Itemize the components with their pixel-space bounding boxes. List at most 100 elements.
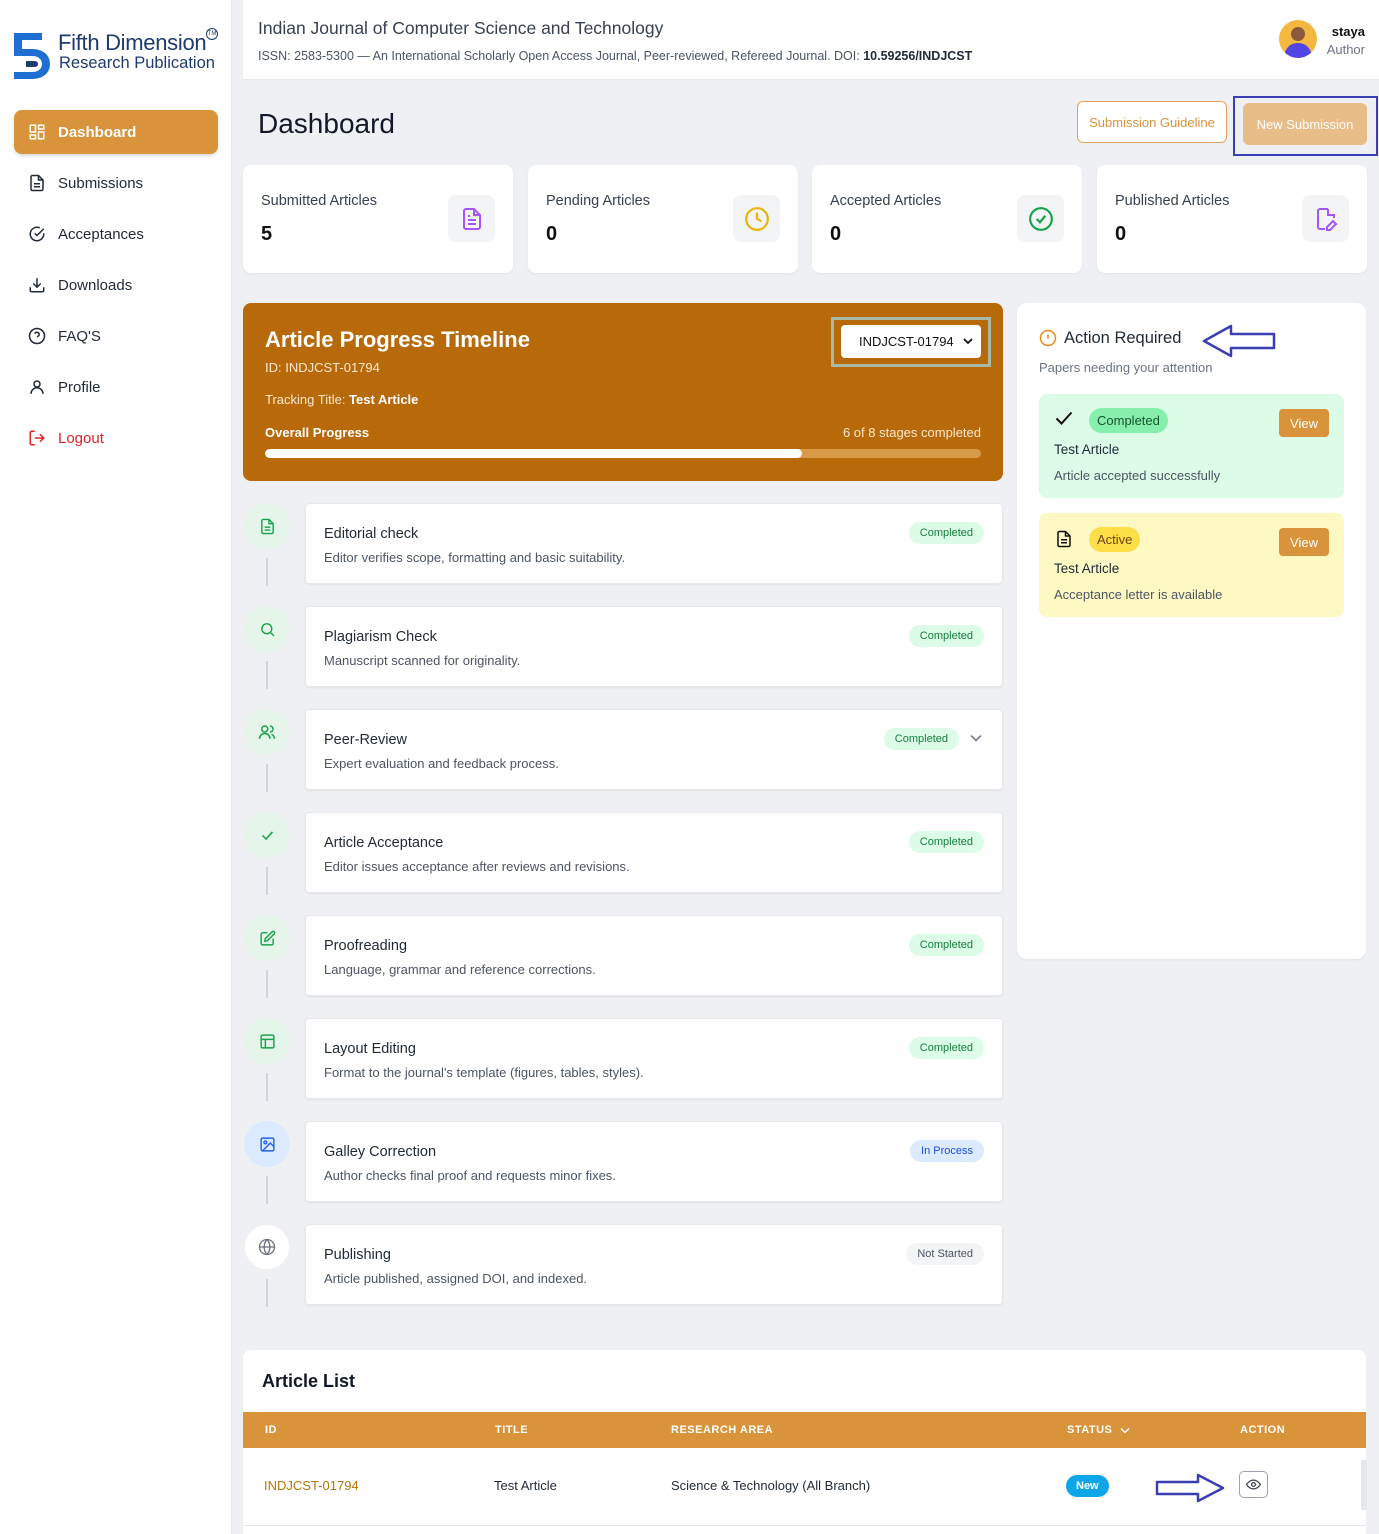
stage-card-editorial[interactable]: Editorial check Editor verifies scope, f… [305, 503, 1003, 584]
sidebar: Fifth Dimension Research Publication TM … [0, 0, 232, 1534]
stage-icon-editorial [244, 503, 290, 549]
users-icon [258, 725, 276, 739]
sidebar-item-downloads[interactable]: Downloads [14, 263, 218, 307]
article-title: Test Article [494, 1478, 557, 1493]
sidebar-item-logout[interactable]: Logout [14, 416, 218, 460]
action-required-subtitle: Papers needing your attention [1039, 360, 1213, 375]
document-icon [462, 207, 481, 230]
table-row: INDJCST-01794 Test Article Science & Tec… [243, 1448, 1366, 1526]
chevron-down-icon [1120, 1427, 1130, 1434]
action-item-active: Active Test Article Acceptance letter is… [1039, 513, 1344, 617]
stat-label: Pending Articles [546, 193, 650, 209]
stage-name: Galley Correction [324, 1144, 437, 1160]
action-item-desc: Acceptance letter is available [1054, 587, 1223, 602]
stage-name: Publishing [324, 1247, 391, 1263]
sidebar-item-faq[interactable]: FAQ'S [14, 314, 218, 358]
sidebar-item-dashboard[interactable]: Dashboard [14, 110, 218, 154]
stage-desc: Article published, assigned DOI, and ind… [324, 1271, 588, 1286]
stat-value: 5 [261, 223, 273, 245]
stat-card-accepted: Accepted Articles 0 [812, 165, 1082, 273]
stage-card-acceptance[interactable]: Article Acceptance Editor issues accepta… [305, 812, 1003, 893]
alert-circle-icon [1039, 329, 1057, 347]
stage-desc: Manuscript scanned for originality. [324, 653, 521, 668]
stage-icon-peer-review [244, 709, 290, 755]
stage-card-proofreading[interactable]: Proofreading Language, grammar and refer… [305, 915, 1003, 996]
user-avatar-icon [1284, 27, 1312, 58]
stage-name: Layout Editing [324, 1041, 416, 1057]
stage-card-galley[interactable]: Galley Correction Author checks final pr… [305, 1121, 1003, 1202]
stages-completed-text: 6 of 8 stages completed [842, 425, 981, 440]
column-header-id: ID [265, 1424, 277, 1436]
layout-icon [259, 1033, 275, 1049]
submission-guideline-button[interactable]: Submission Guideline [1077, 101, 1227, 143]
sidebar-item-label: Submissions [58, 174, 144, 192]
top-header: Indian Journal of Computer Science and T… [243, 0, 1379, 80]
trademark-badge: TM [206, 28, 218, 40]
view-button[interactable]: View [1279, 528, 1329, 556]
stage-icon-layout [244, 1018, 290, 1064]
view-article-button[interactable] [1239, 1471, 1268, 1498]
status-badge: Not Started [906, 1243, 984, 1265]
status-badge: Completed [883, 728, 959, 750]
column-header-status[interactable]: STATUS [1067, 1424, 1130, 1436]
action-required-title: Action Required [1064, 329, 1182, 347]
table-header: ID TITLE RESEARCH AREA STATUS ACTION [243, 1412, 1366, 1448]
article-research-area: Science & Technology (All Branch) [671, 1478, 871, 1493]
stage-name: Editorial check [324, 526, 419, 542]
chevron-down-icon[interactable] [970, 734, 982, 742]
status-badge: Completed [908, 934, 984, 956]
sidebar-item-acceptances[interactable]: Acceptances [14, 212, 218, 256]
fifth-dimension-logo-icon [14, 33, 50, 79]
sidebar-item-label: Acceptances [58, 225, 144, 243]
journal-doi: 10.59256/INDJCST [863, 49, 973, 63]
stage-name: Peer-Review [324, 732, 407, 748]
stage-icon-publishing [244, 1224, 290, 1270]
new-submission-highlight: New Submission [1233, 96, 1378, 156]
sidebar-item-label: Profile [58, 378, 101, 396]
view-button[interactable]: View [1279, 409, 1329, 437]
stage-connector [266, 1279, 268, 1307]
edit-icon [259, 930, 275, 946]
stage-desc: Author checks final proof and requests m… [324, 1168, 616, 1183]
stage-connector [266, 970, 268, 998]
column-header-title: TITLE [495, 1424, 529, 1436]
timeline-tracking-title: Tracking Title: Test Article [265, 392, 418, 407]
stage-card-peer-review[interactable]: Peer-Review Expert evaluation and feedba… [305, 709, 1003, 790]
article-select[interactable]: INDJCST-01794 [841, 325, 981, 358]
table-scrollbar[interactable] [1361, 1460, 1367, 1510]
timeline-title: Article Progress Timeline [265, 327, 530, 352]
image-icon [259, 1136, 275, 1152]
article-id-link[interactable]: INDJCST-01794 [264, 1478, 359, 1493]
status-badge: Completed [908, 831, 984, 853]
stage-icon-galley [244, 1121, 290, 1167]
annotation-arrow-right-icon [1155, 1473, 1225, 1503]
stage-connector [266, 558, 268, 586]
stage-connector [266, 1176, 268, 1204]
status-header-label: STATUS [1067, 1424, 1113, 1436]
stage-card-plagiarism[interactable]: Plagiarism Check Manuscript scanned for … [305, 606, 1003, 687]
brand-logo[interactable]: Fifth Dimension Research Publication TM [12, 28, 222, 84]
stage-card-layout[interactable]: Layout Editing Format to the journal's t… [305, 1018, 1003, 1099]
sidebar-item-profile[interactable]: Profile [14, 365, 218, 409]
sidebar-item-label: FAQ'S [58, 327, 101, 345]
article-list: Article List ID TITLE RESEARCH AREA STAT… [243, 1350, 1366, 1534]
status-badge: New [1066, 1475, 1109, 1497]
stage-desc: Format to the journal's template (figure… [324, 1065, 644, 1080]
avatar[interactable] [1279, 20, 1317, 58]
action-item-completed: Completed Test Article Article accepted … [1039, 394, 1344, 498]
stage-icon-proofreading [244, 915, 290, 961]
status-badge: In Process [910, 1140, 984, 1162]
globe-icon [258, 1238, 276, 1256]
column-header-research-area: RESEARCH AREA [671, 1424, 774, 1436]
document-icon [30, 174, 44, 192]
article-select-highlight: INDJCST-01794 [831, 317, 991, 367]
stage-card-publishing[interactable]: Publishing Article published, assigned D… [305, 1224, 1003, 1305]
new-submission-button[interactable]: New Submission [1243, 103, 1367, 145]
annotation-arrow-left-icon [1202, 324, 1276, 358]
overall-progress-bar [265, 449, 981, 458]
sidebar-item-submissions[interactable]: Submissions [14, 161, 218, 205]
eye-icon [1246, 1479, 1261, 1490]
stat-card-published: Published Articles 0 [1097, 165, 1367, 273]
sidebar-nav: Dashboard Submissions Acceptances Downlo… [14, 110, 218, 467]
page-title: Dashboard [258, 108, 395, 139]
